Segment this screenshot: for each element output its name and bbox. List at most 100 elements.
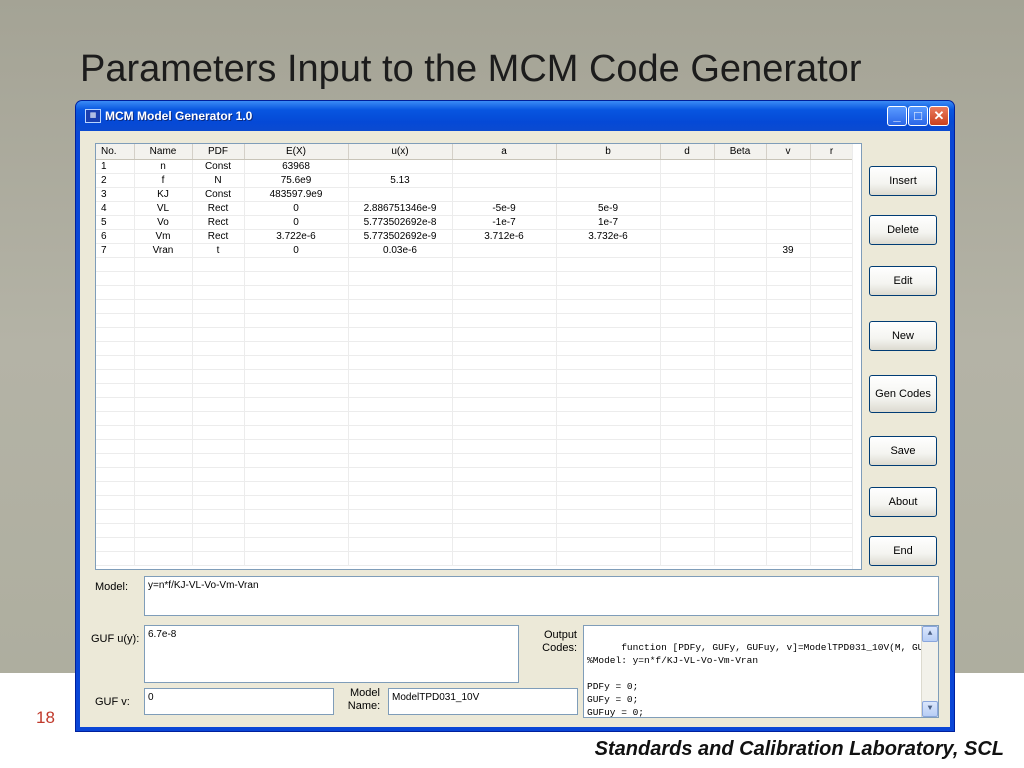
table-cell[interactable] bbox=[660, 243, 715, 258]
table-cell[interactable]: -5e-9 bbox=[452, 201, 557, 216]
table-row[interactable]: 4 VL Rect 0 2.886751346e-9 -5e-9 5e-9 bbox=[96, 201, 854, 216]
table-cell[interactable] bbox=[810, 453, 854, 468]
table-row[interactable] bbox=[96, 327, 854, 342]
table-cell[interactable] bbox=[244, 257, 349, 272]
table-cell[interactable] bbox=[348, 355, 453, 370]
table-cell[interactable] bbox=[192, 383, 245, 398]
table-cell[interactable] bbox=[96, 481, 135, 496]
table-cell[interactable] bbox=[348, 523, 453, 538]
table-cell[interactable] bbox=[810, 341, 854, 356]
table-cell[interactable]: 5.773502692e-8 bbox=[348, 215, 453, 230]
column-header[interactable]: Beta bbox=[714, 144, 767, 160]
table-cell[interactable] bbox=[452, 355, 557, 370]
table-cell[interactable] bbox=[96, 411, 135, 426]
table-cell[interactable]: 5 bbox=[96, 215, 135, 230]
table-cell[interactable]: Vran bbox=[134, 243, 193, 258]
table-cell[interactable] bbox=[556, 187, 661, 202]
table-cell[interactable] bbox=[556, 439, 661, 454]
table-cell[interactable] bbox=[556, 159, 661, 174]
table-cell[interactable]: VL bbox=[134, 201, 193, 216]
table-cell[interactable] bbox=[660, 551, 715, 566]
delete-button[interactable]: Delete bbox=[869, 215, 937, 245]
table-cell[interactable] bbox=[134, 509, 193, 524]
table-cell[interactable] bbox=[348, 481, 453, 496]
table-cell[interactable] bbox=[810, 299, 854, 314]
table-cell[interactable] bbox=[714, 537, 767, 552]
save-button[interactable]: Save bbox=[869, 436, 937, 466]
table-cell[interactable] bbox=[810, 551, 854, 566]
table-cell[interactable] bbox=[660, 523, 715, 538]
table-cell[interactable] bbox=[660, 369, 715, 384]
table-cell[interactable] bbox=[348, 271, 453, 286]
table-row[interactable] bbox=[96, 285, 854, 300]
table-cell[interactable] bbox=[134, 439, 193, 454]
table-row[interactable] bbox=[96, 397, 854, 412]
table-cell[interactable] bbox=[766, 537, 811, 552]
table-cell[interactable] bbox=[714, 411, 767, 426]
table-cell[interactable] bbox=[96, 341, 135, 356]
table-cell[interactable] bbox=[244, 299, 349, 314]
table-cell[interactable] bbox=[660, 313, 715, 328]
table-cell[interactable] bbox=[348, 453, 453, 468]
table-cell[interactable]: 1 bbox=[96, 159, 135, 174]
end-button[interactable]: End bbox=[869, 536, 937, 566]
table-cell[interactable] bbox=[244, 397, 349, 412]
table-cell[interactable] bbox=[766, 257, 811, 272]
gen-codes-button[interactable]: Gen Codes bbox=[869, 375, 937, 413]
table-cell[interactable] bbox=[810, 327, 854, 342]
table-cell[interactable] bbox=[714, 341, 767, 356]
table-cell[interactable] bbox=[452, 481, 557, 496]
table-cell[interactable] bbox=[348, 159, 453, 174]
table-row[interactable]: 2 f N 75.6e9 5.13 bbox=[96, 173, 854, 188]
table-cell[interactable] bbox=[810, 411, 854, 426]
table-cell[interactable] bbox=[348, 299, 453, 314]
table-cell[interactable] bbox=[556, 551, 661, 566]
table-cell[interactable] bbox=[714, 187, 767, 202]
table-cell[interactable] bbox=[452, 271, 557, 286]
table-cell[interactable] bbox=[192, 257, 245, 272]
table-cell[interactable] bbox=[660, 411, 715, 426]
table-cell[interactable] bbox=[348, 425, 453, 440]
table-cell[interactable] bbox=[96, 467, 135, 482]
table-cell[interactable] bbox=[452, 537, 557, 552]
table-cell[interactable] bbox=[244, 551, 349, 566]
table-cell[interactable]: 3.722e-6 bbox=[244, 229, 349, 244]
table-cell[interactable] bbox=[96, 369, 135, 384]
table-cell[interactable] bbox=[766, 341, 811, 356]
table-cell[interactable] bbox=[766, 201, 811, 216]
table-cell[interactable] bbox=[556, 369, 661, 384]
table-cell[interactable] bbox=[134, 271, 193, 286]
table-cell[interactable] bbox=[192, 425, 245, 440]
table-cell[interactable] bbox=[714, 523, 767, 538]
table-cell[interactable] bbox=[556, 467, 661, 482]
column-header[interactable]: No. bbox=[96, 144, 135, 160]
table-cell[interactable] bbox=[660, 439, 715, 454]
table-cell[interactable] bbox=[348, 537, 453, 552]
table-cell[interactable] bbox=[96, 257, 135, 272]
table-cell[interactable] bbox=[766, 453, 811, 468]
table-cell[interactable] bbox=[766, 523, 811, 538]
table-cell[interactable] bbox=[714, 229, 767, 244]
column-header[interactable]: a bbox=[452, 144, 557, 160]
table-cell[interactable]: 7 bbox=[96, 243, 135, 258]
table-cell[interactable] bbox=[714, 383, 767, 398]
table-cell[interactable] bbox=[192, 327, 245, 342]
table-cell[interactable] bbox=[810, 523, 854, 538]
scroll-up-icon[interactable]: ▲ bbox=[922, 626, 938, 642]
table-cell[interactable]: 3 bbox=[96, 187, 135, 202]
table-row[interactable]: 3 KJ Const 483597.9e9 bbox=[96, 187, 854, 202]
column-header[interactable]: u(x) bbox=[348, 144, 453, 160]
table-row[interactable] bbox=[96, 257, 854, 272]
table-cell[interactable] bbox=[452, 411, 557, 426]
table-cell[interactable] bbox=[452, 509, 557, 524]
table-cell[interactable] bbox=[134, 257, 193, 272]
table-cell[interactable] bbox=[244, 467, 349, 482]
table-row[interactable] bbox=[96, 369, 854, 384]
table-cell[interactable] bbox=[134, 327, 193, 342]
table-cell[interactable] bbox=[134, 285, 193, 300]
table-cell[interactable] bbox=[192, 523, 245, 538]
table-cell[interactable] bbox=[96, 439, 135, 454]
table-cell[interactable] bbox=[766, 159, 811, 174]
table-cell[interactable] bbox=[660, 327, 715, 342]
table-cell[interactable]: Const bbox=[192, 159, 245, 174]
